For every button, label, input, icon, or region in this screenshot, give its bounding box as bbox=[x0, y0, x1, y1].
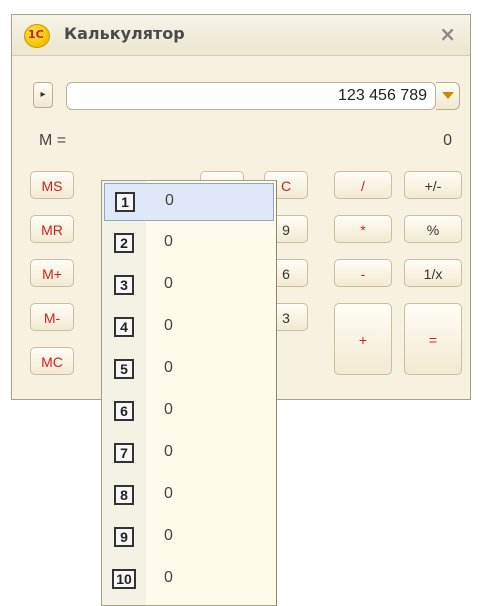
history-toggle-button[interactable]: ▸ bbox=[33, 82, 53, 108]
chevron-down-icon bbox=[442, 92, 454, 99]
memory-cell-row[interactable]: 3 0 bbox=[104, 267, 274, 305]
memory-cells-popup[interactable]: 1 0 2 0 3 0 4 0 5 0 6 0 7 0 8 0 9 0 10 0 bbox=[101, 180, 277, 606]
window-title: Калькулятор bbox=[64, 24, 185, 43]
percent-button[interactable]: % bbox=[404, 215, 462, 243]
plus-button[interactable]: + bbox=[334, 303, 392, 375]
memory-cell-row[interactable]: 7 0 bbox=[104, 435, 274, 473]
divide-button[interactable]: / bbox=[334, 171, 392, 199]
memory-cell-index: 8 bbox=[114, 485, 134, 505]
memory-cell-row[interactable]: 2 0 bbox=[104, 225, 274, 263]
reciprocal-button[interactable]: 1/x bbox=[404, 259, 462, 287]
app-logo-icon: 1С bbox=[24, 24, 50, 48]
memory-cell-row[interactable]: 10 0 bbox=[104, 561, 274, 599]
memory-cell-index: 1 bbox=[115, 192, 135, 212]
memory-cell-value: 0 bbox=[164, 317, 173, 334]
memory-cell-index: 7 bbox=[114, 443, 134, 463]
memory-cell-value: 0 bbox=[164, 527, 173, 544]
memory-label: M = bbox=[39, 132, 67, 149]
memory-cell-value: 0 bbox=[164, 569, 173, 586]
mplus-button[interactable]: M+ bbox=[30, 259, 74, 287]
mr-button[interactable]: MR bbox=[30, 215, 74, 243]
memory-cell-index: 6 bbox=[114, 401, 134, 421]
memory-cell-value: 0 bbox=[164, 485, 173, 502]
memory-cell-index: 3 bbox=[114, 275, 134, 295]
memory-cell-row[interactable]: 1 0 bbox=[104, 183, 274, 221]
close-icon[interactable]: × bbox=[439, 22, 456, 46]
memory-cell-index: 10 bbox=[112, 569, 136, 589]
display-dropdown-button[interactable] bbox=[436, 82, 460, 110]
mminus-button[interactable]: M- bbox=[30, 303, 74, 331]
memory-cell-value: 0 bbox=[165, 192, 174, 209]
memory-cell-value: 0 bbox=[164, 233, 173, 250]
memory-cell-row[interactable]: 5 0 bbox=[104, 351, 274, 389]
memory-cell-index: 9 bbox=[114, 527, 134, 547]
memory-cell-row[interactable]: 8 0 bbox=[104, 477, 274, 515]
memory-cell-row[interactable]: 6 0 bbox=[104, 393, 274, 431]
memory-cell-row[interactable]: 9 0 bbox=[104, 519, 274, 557]
multiply-button[interactable]: * bbox=[334, 215, 392, 243]
mc-button[interactable]: MC bbox=[30, 347, 74, 375]
display-field[interactable]: 123 456 789 bbox=[66, 82, 436, 110]
plusminus-button[interactable]: +/- bbox=[404, 171, 462, 199]
minus-button[interactable]: - bbox=[334, 259, 392, 287]
ms-button[interactable]: MS bbox=[30, 171, 74, 199]
memory-cell-value: 0 bbox=[164, 359, 173, 376]
memory-cell-value: 0 bbox=[164, 443, 173, 460]
memory-cell-index: 5 bbox=[114, 359, 134, 379]
memory-value: 0 bbox=[443, 132, 452, 149]
title-bar: 1С Калькулятор × bbox=[12, 15, 470, 56]
display-value: 123 456 789 bbox=[338, 87, 427, 104]
equals-button[interactable]: = bbox=[404, 303, 462, 375]
memory-cell-index: 4 bbox=[114, 317, 134, 337]
memory-cell-index: 2 bbox=[114, 233, 134, 253]
memory-cell-value: 0 bbox=[164, 275, 173, 292]
memory-cell-row[interactable]: 4 0 bbox=[104, 309, 274, 347]
memory-cell-value: 0 bbox=[164, 401, 173, 418]
